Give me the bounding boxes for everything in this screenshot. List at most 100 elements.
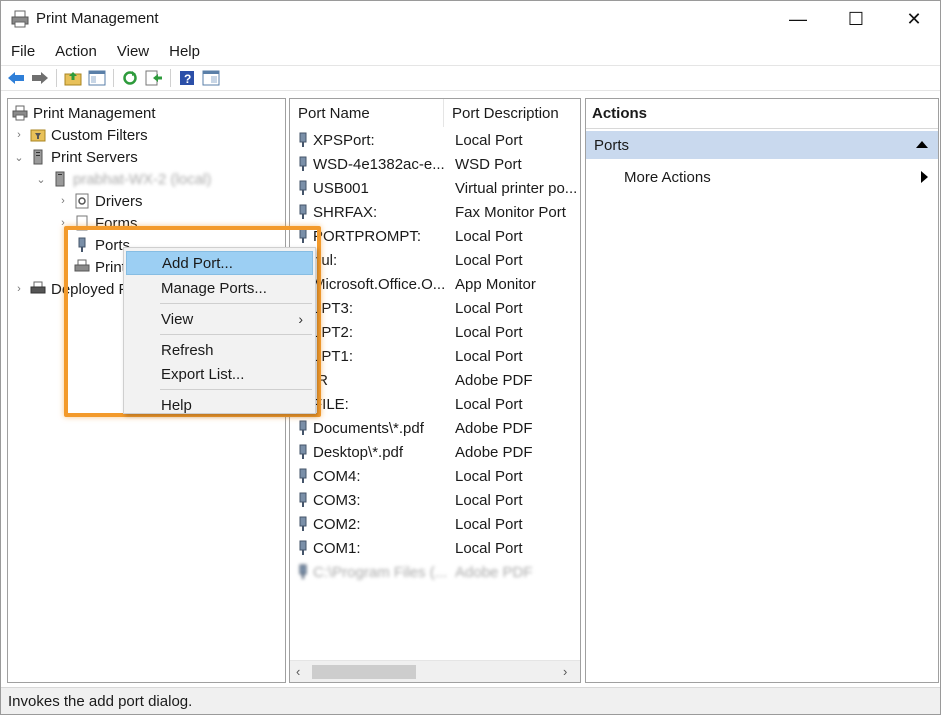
refresh-icon	[123, 71, 137, 85]
list-row[interactable]: COM4: Local Port	[290, 464, 580, 488]
list-row[interactable]: nul: Local Port	[290, 248, 580, 272]
menu-item-label: Add Port...	[162, 254, 233, 272]
show-hide-tree-icon	[88, 70, 106, 86]
tree-item-print-servers[interactable]: ⌄ Print Servers	[12, 146, 137, 168]
show-hide-console-tree-button[interactable]	[87, 68, 107, 88]
print-management-window: Print Management — ☐ ✕ File Action View …	[0, 0, 941, 715]
list-row[interactable]: XPSPort: Local Port	[290, 128, 580, 152]
expand-arrow-icon[interactable]: ›	[12, 129, 26, 141]
list-row[interactable]: IR Adobe PDF	[290, 368, 580, 392]
list-row[interactable]: Desktop\*.pdf Adobe PDF	[290, 440, 580, 464]
list-row[interactable]: C:\Program Files (... Adobe PDF	[290, 560, 580, 584]
port-description-cell: Local Port	[455, 251, 523, 269]
menu-view[interactable]: View	[107, 43, 159, 60]
drivers-icon	[74, 193, 90, 209]
context-menu-help[interactable]: Help	[126, 393, 313, 417]
port-icon	[299, 420, 307, 435]
filter-folder-icon	[30, 127, 46, 143]
port-description-cell: Adobe PDF	[455, 371, 533, 389]
list-row[interactable]: Microsoft.Office.O... App Monitor	[290, 272, 580, 296]
ports-context-menu: Add Port... Manage Ports... View › Refre…	[123, 247, 316, 414]
port-description-cell: Local Port	[455, 395, 523, 413]
tree-item-custom-filters[interactable]: › Custom Filters	[12, 124, 148, 146]
collapse-arrow-icon[interactable]: ⌄	[12, 151, 26, 164]
port-name-cell: PORTPROMPT:	[313, 227, 422, 245]
maximize-button[interactable]: ☐	[827, 1, 885, 37]
port-icon	[299, 180, 307, 195]
toolbar-separator	[170, 69, 171, 87]
list-row[interactable]: COM1: Local Port	[290, 536, 580, 560]
collapse-arrow-icon[interactable]: ⌄	[34, 173, 48, 186]
status-text: Invokes the add port dialog.	[8, 692, 193, 710]
collapse-triangle-icon[interactable]	[916, 141, 928, 148]
title-bar: Print Management — ☐ ✕	[1, 1, 940, 37]
actions-pane: Actions Ports More Actions	[585, 98, 939, 683]
forward-button[interactable]	[30, 68, 50, 88]
submenu-arrow-icon: ›	[298, 311, 303, 327]
back-button[interactable]	[6, 68, 26, 88]
properties-button[interactable]	[201, 68, 221, 88]
port-name-cell: Documents\*.pdf	[313, 419, 424, 437]
context-menu-add-port[interactable]: Add Port...	[126, 251, 313, 275]
menu-action[interactable]: Action	[45, 43, 107, 60]
context-menu-manage-ports[interactable]: Manage Ports...	[126, 276, 313, 300]
port-icon	[299, 204, 307, 219]
port-name-cell: IR	[313, 371, 328, 389]
context-menu-export-list[interactable]: Export List...	[126, 362, 313, 386]
list-row[interactable]: Documents\*.pdf Adobe PDF	[290, 416, 580, 440]
list-row[interactable]: COM2: Local Port	[290, 512, 580, 536]
minimize-button[interactable]: —	[769, 1, 827, 37]
actions-section-ports[interactable]: Ports	[586, 131, 938, 159]
port-name-cell: LPT1:	[313, 347, 354, 365]
list-row[interactable]: LPT1: Local Port	[290, 344, 580, 368]
tree-item-local-server[interactable]: ⌄ prabhat-WX-2 (local)	[34, 168, 211, 190]
horizontal-scrollbar[interactable]: ‹ ›	[290, 660, 580, 682]
port-description-cell: Local Port	[455, 227, 523, 245]
more-actions-link[interactable]: More Actions	[624, 165, 934, 189]
ports-list-pane: Port Name Port Description XPSPort: Local…	[289, 98, 581, 683]
list-row[interactable]: LPT2: Local Port	[290, 320, 580, 344]
list-row[interactable]: FILE: Local Port	[290, 392, 580, 416]
port-description-cell: Adobe PDF	[455, 419, 533, 437]
expand-arrow-icon[interactable]: ›	[12, 283, 26, 295]
close-button[interactable]: ✕	[885, 1, 941, 37]
port-name-cell: USB001	[313, 179, 369, 197]
up-one-level-button[interactable]	[63, 68, 83, 88]
scroll-right-icon[interactable]: ›	[563, 664, 567, 679]
context-menu-refresh[interactable]: Refresh	[126, 338, 313, 362]
list-row[interactable]: SHRFAX: Fax Monitor Port	[290, 200, 580, 224]
column-header-port-description[interactable]: Port Description	[444, 99, 580, 127]
tree-item-drivers[interactable]: › Drivers	[56, 190, 142, 212]
column-header-port-name[interactable]: Port Name	[290, 99, 444, 127]
menu-help[interactable]: Help	[159, 43, 210, 60]
list-row[interactable]: LPT3: Local Port	[290, 296, 580, 320]
tree-label: Custom Filters	[51, 126, 148, 144]
expand-arrow-icon[interactable]: ›	[56, 195, 70, 207]
help-button[interactable]: ?	[177, 68, 197, 88]
port-name-cell: COM3:	[313, 491, 361, 509]
tree-label-server-name: prabhat-WX-2 (local)	[73, 170, 212, 188]
port-name-cell: XPSPort:	[313, 131, 375, 149]
export-list-button[interactable]	[144, 68, 164, 88]
port-icon	[299, 156, 307, 171]
tree-item-print-management[interactable]: Print Management	[12, 102, 156, 124]
list-row[interactable]: COM3: Local Port	[290, 488, 580, 512]
tree-label: Print Management	[33, 104, 156, 122]
scrollbar-thumb[interactable]	[312, 665, 416, 679]
list-row[interactable]: WSD-4e1382ac-e... WSD Port	[290, 152, 580, 176]
scroll-left-icon[interactable]: ‹	[296, 664, 300, 679]
port-description-cell: Local Port	[455, 467, 523, 485]
port-description-cell: Local Port	[455, 323, 523, 341]
list-row[interactable]: USB001 Virtual printer po...	[290, 176, 580, 200]
menu-file[interactable]: File	[1, 43, 45, 60]
menu-separator	[160, 303, 312, 304]
port-description-cell: Local Port	[455, 539, 523, 557]
context-menu-view[interactable]: View ›	[126, 307, 313, 331]
port-description-cell: Adobe PDF	[455, 443, 533, 461]
refresh-button[interactable]	[120, 68, 140, 88]
server-icon	[30, 149, 46, 165]
forward-arrow-icon	[32, 72, 48, 84]
list-row[interactable]: PORTPROMPT: Local Port	[290, 224, 580, 248]
actions-section-label: Ports	[594, 136, 630, 154]
port-icon	[299, 468, 307, 483]
